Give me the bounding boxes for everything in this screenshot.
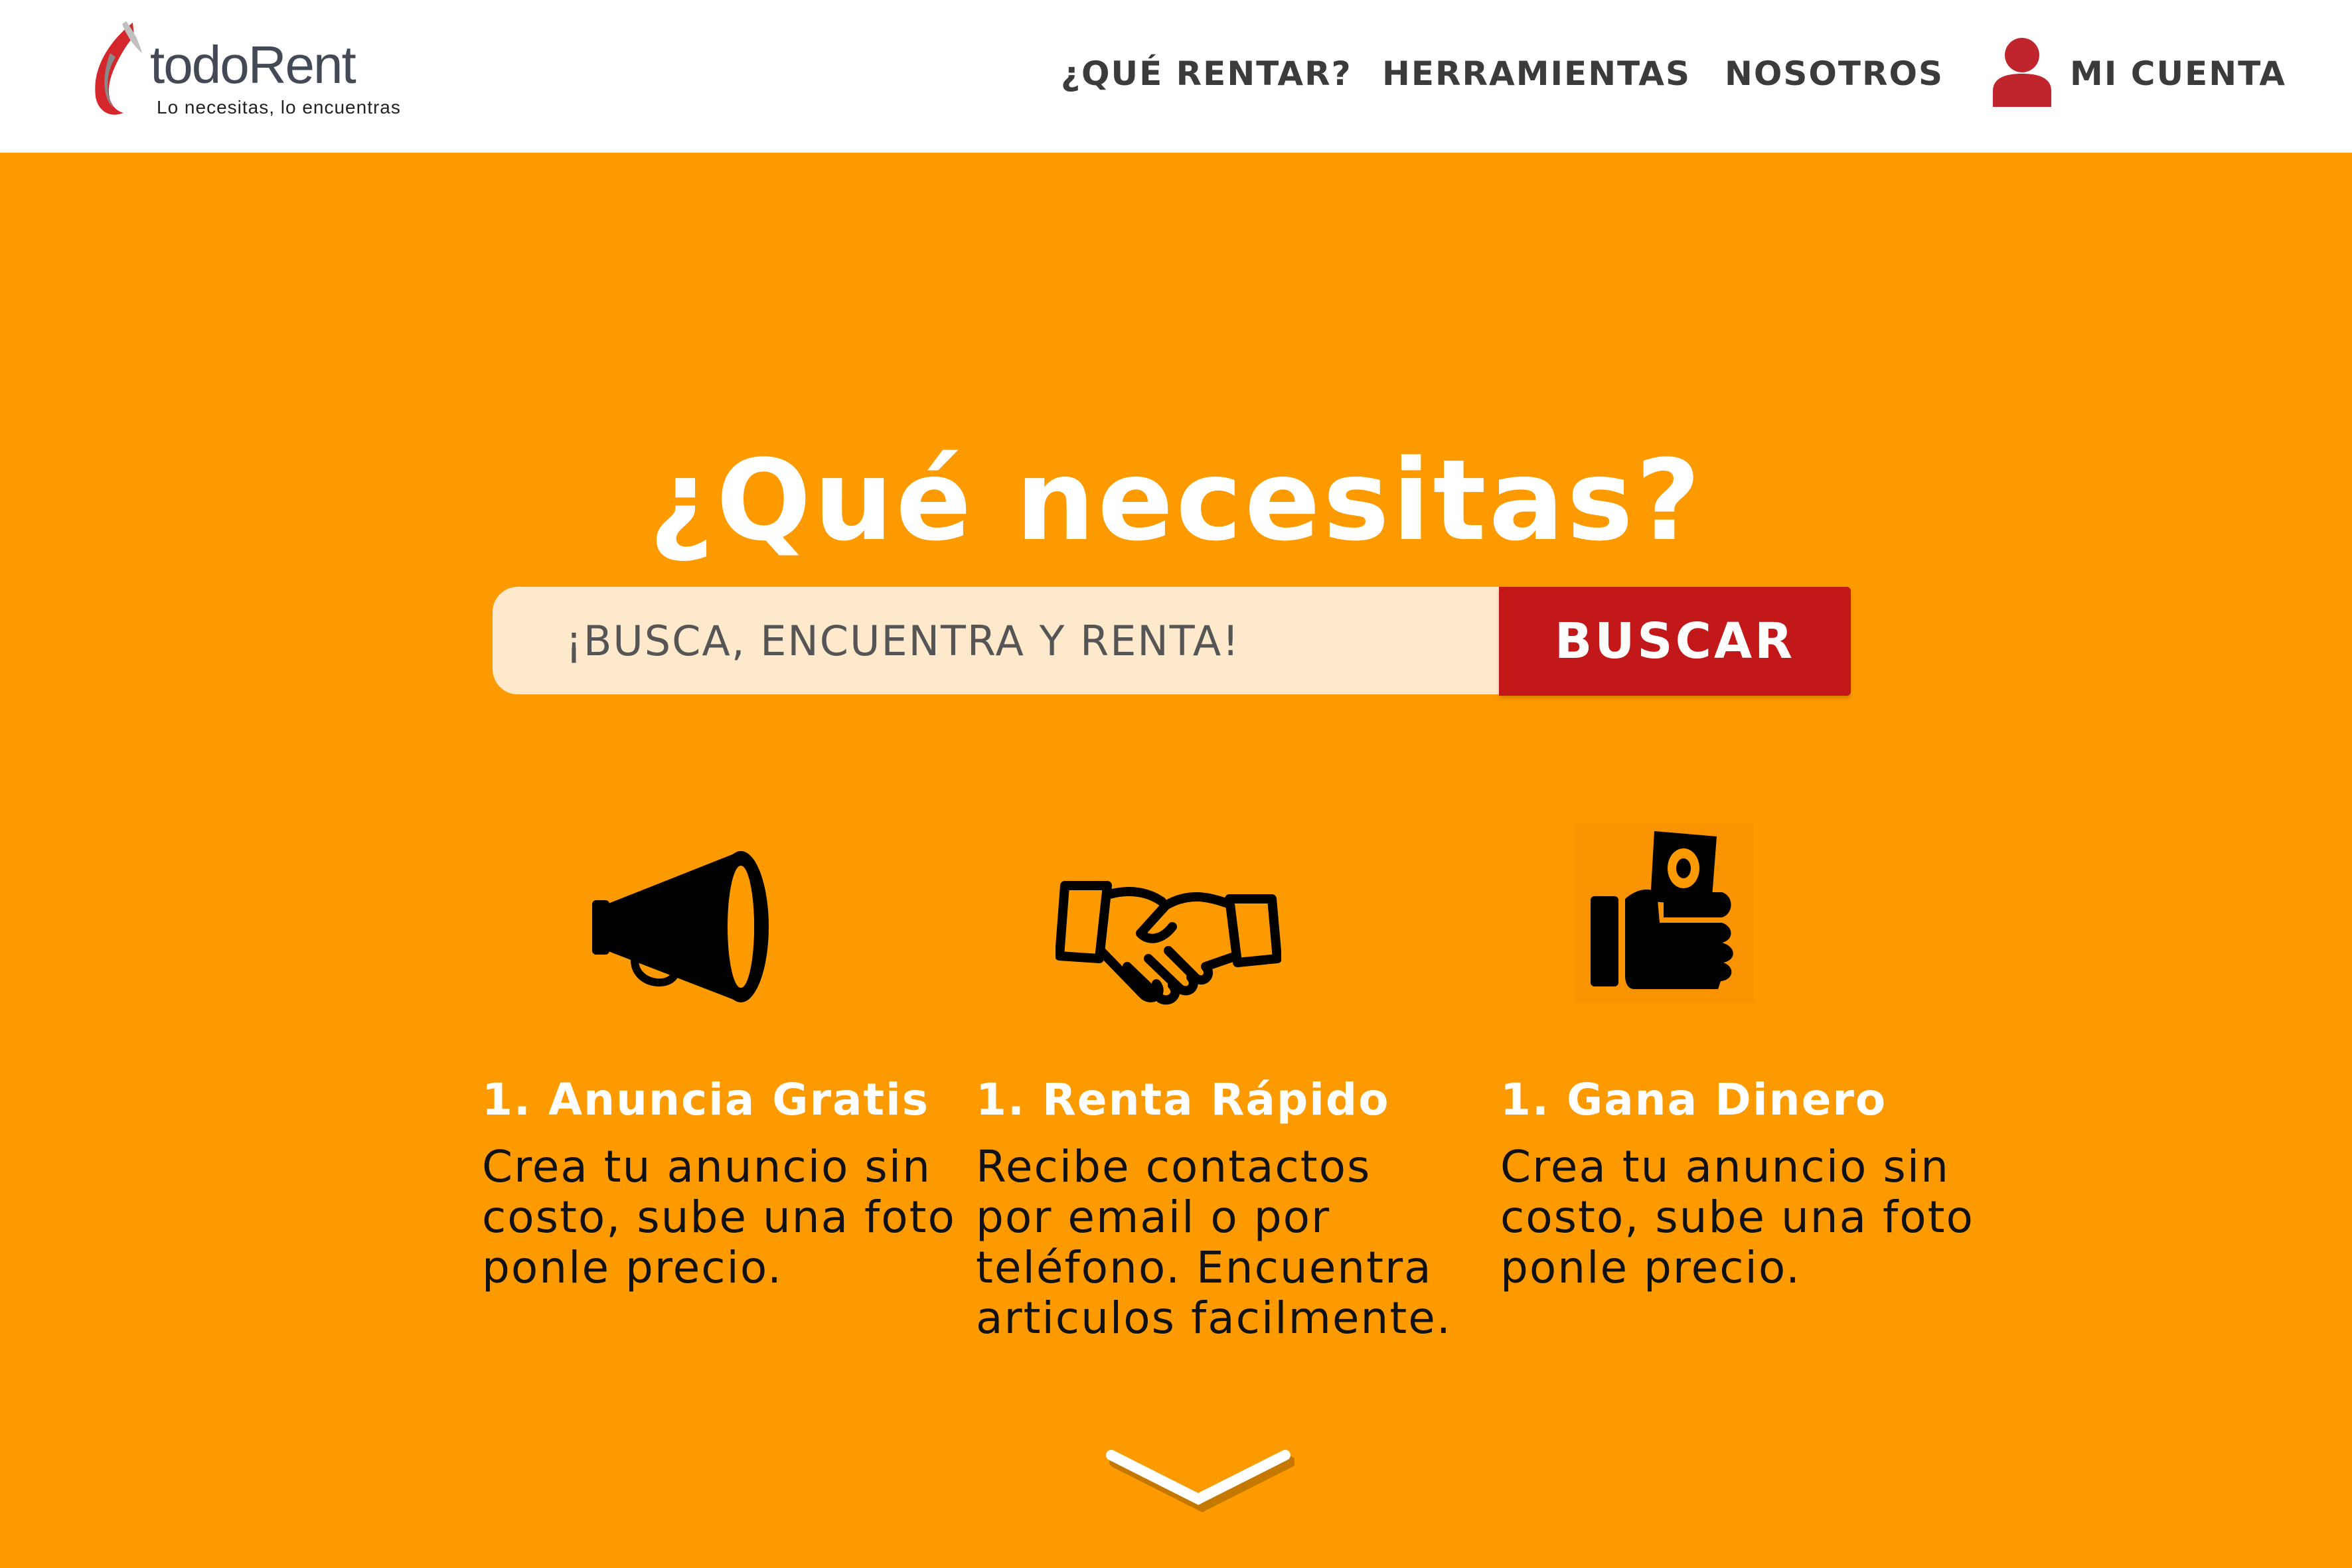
todorent-logo-icon (95, 21, 142, 115)
user-icon[interactable] (1990, 37, 2054, 107)
handshake-icon (1056, 881, 1281, 1005)
search-bar (493, 587, 1502, 694)
brand-logo[interactable]: todoRent Lo necesitas, lo encuentras (86, 19, 401, 125)
nav-que-rentar[interactable]: ¿QUÉ RENTAR? (1061, 57, 1352, 90)
brand-name: todoRent (150, 35, 356, 94)
search-input[interactable] (493, 587, 1422, 694)
feature-description: Crea tu anuncio sin costo, sube una foto… (1500, 1141, 1974, 1293)
search-button[interactable]: BUSCAR (1499, 587, 1851, 696)
feature-description: Recibe contactos por email o por teléfon… (976, 1141, 1452, 1344)
chevron-down-icon[interactable] (1102, 1441, 1294, 1514)
top-header: todoRent Lo necesitas, lo encuentras ¿QU… (0, 0, 2352, 153)
feature-title: 1. Anuncia Gratis (482, 1074, 929, 1125)
nav-mi-cuenta[interactable]: MI CUENTA (2070, 57, 2286, 90)
feature-title: 1. Gana Dinero (1500, 1074, 1887, 1125)
page-title: ¿Qué necesitas? (649, 435, 1703, 566)
megaphone-icon (592, 851, 769, 1002)
nav-herramientas[interactable]: HERRAMIENTAS (1382, 57, 1691, 90)
brand-tagline: Lo necesitas, lo encuentras (157, 97, 401, 118)
nav-nosotros[interactable]: NOSOTROS (1725, 57, 1944, 90)
feature-title: 1. Renta Rápido (976, 1074, 1390, 1125)
hand-money-icon (1575, 823, 1754, 1002)
feature-description: Crea tu anuncio sin costo, sube una foto… (482, 1141, 956, 1293)
